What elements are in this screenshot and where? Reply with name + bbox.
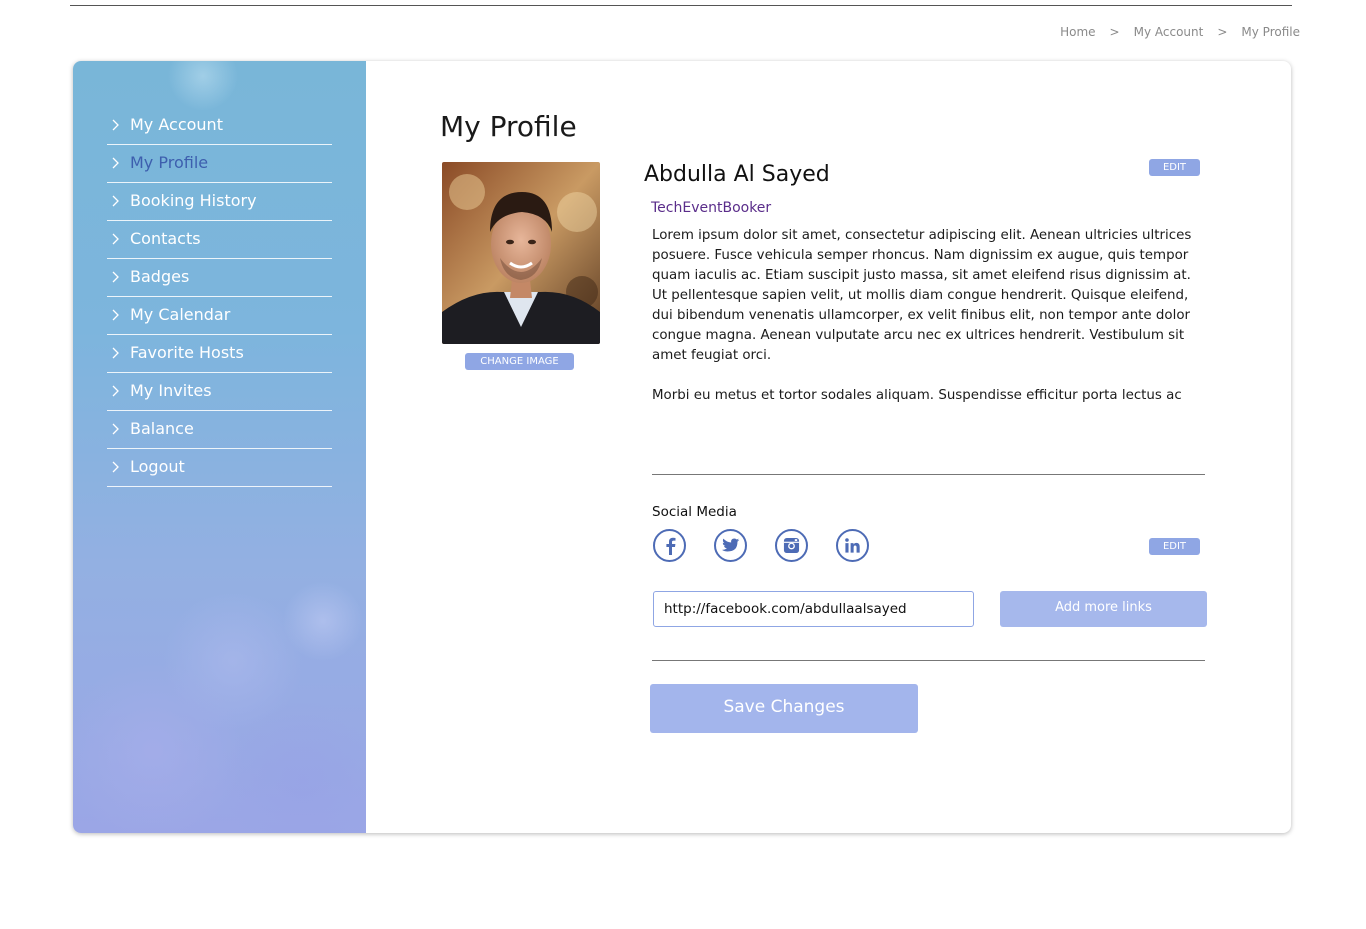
chevron-right-icon (112, 385, 119, 397)
sidebar-item-label: Contacts (130, 229, 201, 248)
edit-social-button[interactable]: EDIT (1149, 538, 1200, 555)
section-divider (652, 660, 1205, 661)
social-media-title: Social Media (652, 504, 737, 520)
chevron-right-icon (112, 195, 119, 207)
sidebar-item-label: My Profile (130, 153, 209, 172)
profile-name: Abdulla Al Sayed (644, 162, 830, 187)
bio-paragraph: Lorem ipsum dolor sit amet, consectetur … (652, 228, 1192, 363)
chevron-right-icon (112, 423, 119, 435)
linkedin-icon[interactable] (836, 529, 869, 562)
sidebar-item-label: Booking History (130, 191, 257, 210)
avatar (442, 162, 600, 344)
sidebar-item-label: My Calendar (130, 305, 231, 324)
save-changes-button[interactable]: Save Changes (650, 684, 918, 733)
breadcrumb-my-account[interactable]: My Account (1134, 25, 1204, 39)
twitter-icon[interactable] (714, 529, 747, 562)
breadcrumb-separator: > (1217, 25, 1228, 39)
sidebar-item-my-calendar[interactable]: My Calendar (107, 297, 332, 335)
breadcrumb-my-profile: My Profile (1241, 25, 1300, 39)
change-image-button[interactable]: CHANGE IMAGE (465, 353, 574, 370)
instagram-icon[interactable] (775, 529, 808, 562)
add-more-links-button[interactable]: Add more links (1000, 591, 1207, 627)
sidebar-item-label: Favorite Hosts (130, 343, 244, 362)
section-divider (652, 474, 1205, 475)
sidebar-item-favorite-hosts[interactable]: Favorite Hosts (107, 335, 332, 373)
sidebar-item-label: My Account (130, 115, 223, 134)
chevron-right-icon (112, 309, 119, 321)
chevron-right-icon (112, 119, 119, 131)
sidebar-nav: My Account My Profile Booking History Co… (107, 107, 332, 487)
chevron-right-icon (112, 461, 119, 473)
sidebar-item-label: Badges (130, 267, 190, 286)
chevron-right-icon (112, 347, 119, 359)
social-url-input[interactable] (653, 591, 974, 627)
chevron-right-icon (112, 157, 119, 169)
sidebar-item-my-invites[interactable]: My Invites (107, 373, 332, 411)
sidebar-item-contacts[interactable]: Contacts (107, 221, 332, 259)
sidebar-item-badges[interactable]: Badges (107, 259, 332, 297)
page-title: My Profile (440, 109, 577, 143)
sidebar-item-booking-history[interactable]: Booking History (107, 183, 332, 221)
chevron-right-icon (112, 271, 119, 283)
sidebar-item-balance[interactable]: Balance (107, 411, 332, 449)
breadcrumb: Home > My Account > My Profile (1060, 25, 1300, 39)
sidebar-item-label: Logout (130, 457, 185, 476)
sidebar-item-label: Balance (130, 419, 194, 438)
sidebar-item-label: My Invites (130, 381, 212, 400)
profile-company: TechEventBooker (651, 200, 772, 216)
bio-paragraph: Morbi eu metus et tortor sodales aliquam… (652, 388, 1182, 403)
sidebar-item-logout[interactable]: Logout (107, 449, 332, 487)
main-content: My Profile CHANGE IMAGE Abdulla Al Sayed… (366, 61, 1291, 833)
profile-bio: Lorem ipsum dolor sit amet, consectetur … (652, 226, 1200, 426)
chevron-right-icon (112, 233, 119, 245)
profile-card: My Account My Profile Booking History Co… (73, 61, 1291, 833)
profile-photo (442, 162, 600, 344)
sidebar-item-my-account[interactable]: My Account (107, 107, 332, 145)
breadcrumb-separator: > (1109, 25, 1120, 39)
edit-profile-button[interactable]: EDIT (1149, 159, 1200, 176)
top-divider (70, 5, 1292, 6)
breadcrumb-home[interactable]: Home (1060, 25, 1095, 39)
facebook-icon[interactable] (653, 529, 686, 562)
sidebar: My Account My Profile Booking History Co… (73, 61, 366, 833)
sidebar-item-my-profile[interactable]: My Profile (107, 145, 332, 183)
